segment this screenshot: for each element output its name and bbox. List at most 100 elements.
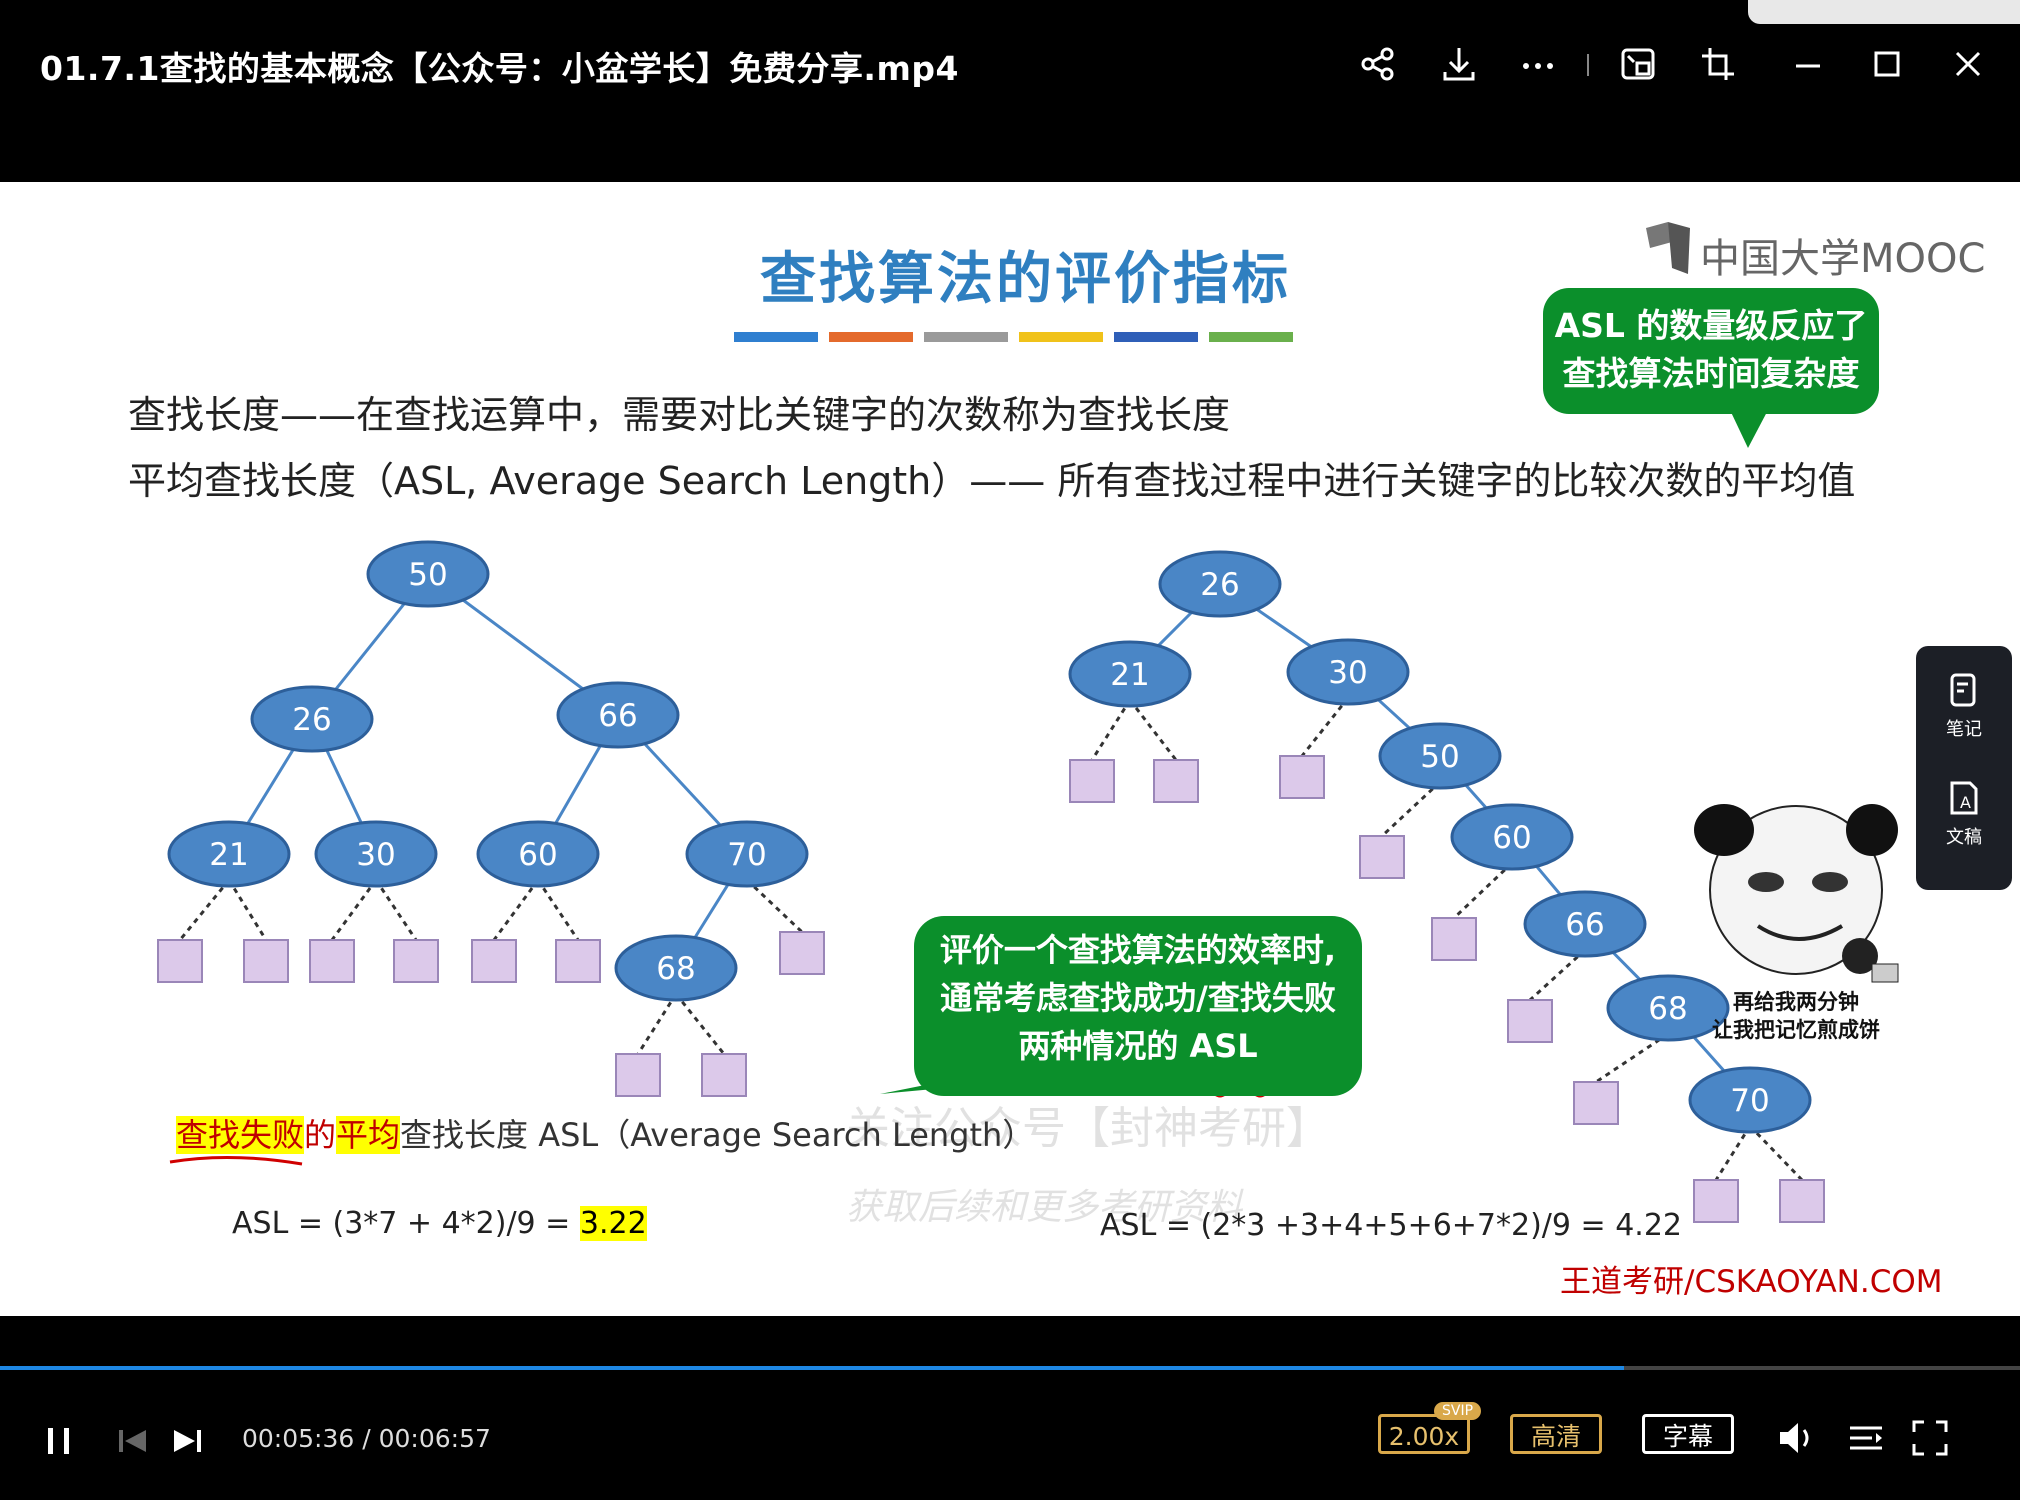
tree-node-key: 70	[1730, 1083, 1769, 1119]
tree-node-key: 60	[518, 837, 557, 873]
transcript-label: 文稿	[1946, 827, 1982, 848]
tree-null-edge	[374, 879, 418, 941]
volume-button[interactable]	[1776, 1418, 1818, 1462]
asl-complexity-callout: ASL 的数量级反应了 查找算法时间复杂度	[1543, 288, 1879, 414]
tree-node-key: 21	[209, 837, 248, 873]
definition-search-length: 查找长度——在查找运算中，需要对比关键字的次数称为查找长度	[128, 393, 1231, 437]
skip-next-icon	[174, 1430, 201, 1452]
meme-caption-line: 让我把记忆煎成饼	[1712, 1018, 1880, 1042]
speed-button[interactable]: 2.00x	[1378, 1414, 1470, 1454]
playlist-button[interactable]	[1846, 1418, 1886, 1462]
caption-part: 的	[304, 1116, 337, 1154]
video-frame[interactable]: 50 26 66 21 30 60 70 68 26 21 30 50 60 66 68 70 查找算法的评…	[0, 182, 2020, 1316]
tree-fail-leaf	[615, 1053, 661, 1097]
meme-caption-line: 再给我两分钟	[1733, 990, 1859, 1014]
heading-color-bar	[734, 332, 1293, 342]
fail-asl-caption: 查找失败的平均查找长度 ASL（Average Search Length）	[176, 1110, 1034, 1156]
tree-null-edge	[636, 993, 678, 1055]
tree-null-edge	[1090, 699, 1132, 761]
slide-heading: 查找算法的评价指标	[760, 247, 1291, 312]
tree-node-key: 21	[1110, 657, 1149, 693]
asl-right-formula: ASL = (2*3 +3+4+5+6+7*2)/9 = 4.22	[1100, 1208, 1683, 1243]
meme-caption: 再给我两分钟 让我把记忆煎成饼	[1682, 988, 1910, 1044]
more-icon[interactable]	[1514, 40, 1562, 88]
mooc-logo-icon	[1646, 222, 1690, 274]
side-panel: 笔记 A 文稿	[1916, 646, 2012, 890]
note-icon	[1950, 673, 1976, 707]
tree-fail-leaf	[1693, 1179, 1739, 1223]
maximize-icon[interactable]	[1863, 40, 1911, 88]
tree-node-key: 26	[1200, 567, 1239, 603]
tree-fail-leaf	[555, 939, 601, 983]
tree-fail-leaf	[1279, 755, 1325, 799]
color-bar-segment	[829, 332, 913, 342]
tree-node-key: 70	[727, 837, 766, 873]
tree-fail-leaf	[1069, 759, 1115, 803]
tree-null-edge	[330, 879, 378, 941]
tree-null-edge	[674, 993, 726, 1055]
skip-previous-icon	[119, 1430, 146, 1452]
fullscreen-button[interactable]	[1910, 1418, 1950, 1462]
tree-node-key: 66	[598, 698, 637, 734]
callout-line: 通常考虑查找成功/查找失败	[940, 979, 1336, 1017]
evaluation-callout: 评价一个查找算法的效率时, 通常考虑查找成功/查找失败 两种情况的 ASL	[914, 916, 1362, 1096]
tree-node-key: 26	[292, 702, 331, 738]
download-icon[interactable]	[1435, 40, 1483, 88]
tree-fail-leaf	[1359, 835, 1405, 879]
tree-fail-leaf	[1431, 917, 1477, 961]
playlist-icon	[1850, 1426, 1882, 1450]
left-tree-nodes: 50 26 66 21 30 60 70 68	[167, 540, 809, 1002]
subtitle-button[interactable]: 字幕	[1642, 1414, 1734, 1454]
tree-null-edge	[536, 879, 580, 941]
quality-button[interactable]: 高清	[1510, 1414, 1602, 1454]
tree-node-key: 50	[1420, 739, 1459, 775]
tree-null-edge	[1128, 699, 1178, 761]
tree-null-edge	[1714, 1125, 1752, 1181]
highlight-fail: 查找失败	[176, 1116, 305, 1154]
tab-strip[interactable]	[1748, 0, 2020, 24]
meme-panda-image	[1694, 804, 1899, 983]
svg-text:A: A	[1960, 793, 1971, 812]
pause-icon	[48, 1428, 69, 1454]
highlight-average: 平均	[336, 1116, 401, 1154]
mooc-logo-text: 中国大学MOOC	[1700, 236, 1986, 282]
color-bar-segment	[1019, 332, 1103, 342]
minimize-icon[interactable]	[1784, 40, 1832, 88]
player-controls: 00:05:36 / 00:06:57 2.00x SVIP 高清 字幕	[0, 1316, 2020, 1500]
crop-icon[interactable]	[1694, 40, 1742, 88]
title-bar: 01.7.1查找的基本概念【公众号：小盆学长】免费分享.mp4	[0, 0, 2020, 180]
color-bar-segment	[924, 332, 1008, 342]
progress-fill[interactable]	[0, 1366, 1625, 1370]
tree-fail-leaf	[1779, 1179, 1825, 1223]
previous-button[interactable]	[116, 1424, 150, 1462]
next-button[interactable]	[170, 1424, 204, 1462]
tree-fail-leaf	[309, 939, 355, 983]
asl-left-formula: ASL = (3*7 + 4*2)/9 = 3.22	[232, 1206, 647, 1241]
color-bar-segment	[734, 332, 818, 342]
pip-icon[interactable]	[1614, 40, 1662, 88]
tree-node-key: 66	[1565, 907, 1604, 943]
tree-null-edge	[1452, 861, 1514, 920]
tree-node-key: 60	[1492, 820, 1531, 856]
transcript-button[interactable]: A 文稿	[1916, 778, 2012, 849]
tree-node-key: 50	[408, 557, 447, 593]
note-button[interactable]: 笔记	[1916, 670, 2012, 741]
underline-fail	[169, 1155, 303, 1166]
svip-badge: SVIP	[1434, 1402, 1482, 1420]
playback-time: 00:05:36 / 00:06:57	[242, 1424, 491, 1453]
close-icon[interactable]	[1944, 40, 1992, 88]
tree-null-edge	[1380, 780, 1442, 838]
callout-line: 查找算法时间复杂度	[1562, 354, 1860, 393]
tree-fail-leaf	[1573, 1081, 1619, 1125]
callout-line: ASL 的数量级反应了	[1554, 306, 1868, 345]
tree-fail-leaf	[471, 939, 517, 983]
bubble-top-tail	[1730, 410, 1768, 448]
share-icon[interactable]	[1354, 40, 1402, 88]
tree-null-edge	[1528, 948, 1587, 1002]
pause-button[interactable]	[44, 1424, 74, 1462]
caption-part: 查找长度 ASL（Average Search Length）	[400, 1116, 1035, 1154]
note-label: 笔记	[1946, 719, 1982, 740]
callout-line: 两种情况的 ASL	[1018, 1027, 1258, 1065]
tree-fail-leaf	[393, 939, 439, 983]
callout-line: 评价一个查找算法的效率时,	[939, 931, 1337, 969]
